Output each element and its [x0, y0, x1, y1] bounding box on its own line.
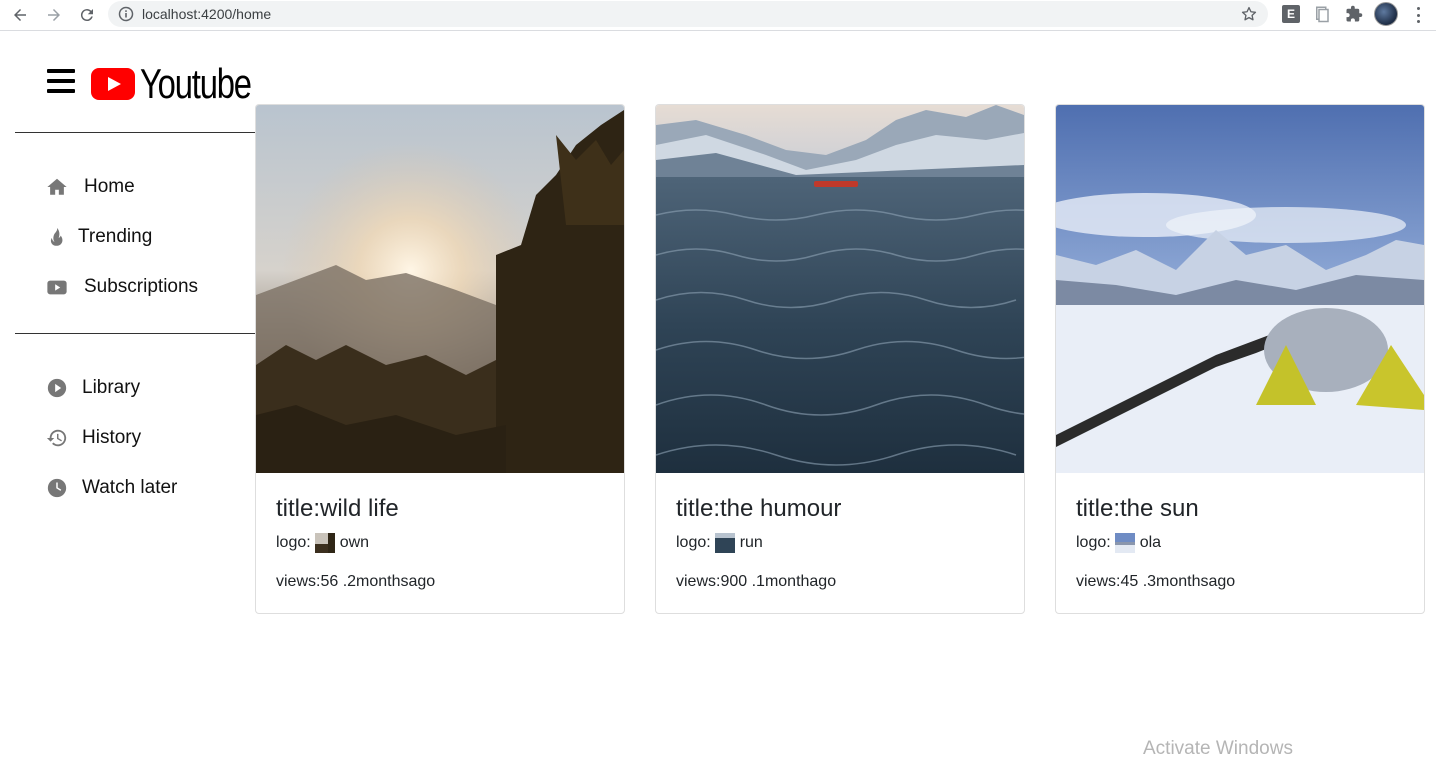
video-card[interactable]: title:wild life logo: own views:56 .2mon…	[255, 104, 625, 614]
channel-name[interactable]: run	[740, 534, 763, 552]
play-circle-icon	[46, 377, 68, 399]
sidebar-item-label: Subscriptions	[84, 276, 199, 297]
arrow-left-icon	[14, 9, 26, 21]
url-text[interactable]: localhost:4200/home	[142, 6, 271, 22]
channel-logo-image[interactable]	[714, 533, 735, 553]
hamburger-menu-button[interactable]	[47, 69, 75, 93]
clock-icon	[46, 477, 68, 499]
channel-logo-image[interactable]	[1114, 533, 1135, 553]
sidebar-item-label: Home	[84, 176, 135, 197]
home-icon	[46, 176, 68, 198]
sidebar-divider	[15, 333, 255, 334]
bookmark-star-icon[interactable]	[1240, 5, 1258, 23]
video-thumbnail[interactable]	[256, 105, 624, 473]
history-icon	[46, 427, 68, 449]
document-extension-icon[interactable]	[1313, 5, 1331, 23]
fire-icon	[46, 226, 68, 248]
channel-logo-row: logo: ola	[1076, 533, 1161, 553]
sidebar-divider	[15, 132, 255, 133]
sidebar-item-label: History	[82, 427, 142, 448]
sidebar-item-trending[interactable]: Trending	[46, 222, 152, 252]
forward-button[interactable]	[42, 3, 66, 27]
video-title[interactable]: title:the sun	[1076, 495, 1199, 523]
sidebar-item-label: Library	[82, 377, 141, 398]
sidebar-item-library[interactable]: Library	[46, 373, 140, 403]
sidebar-item-subscriptions[interactable]: Subscriptions	[46, 272, 198, 302]
subscriptions-icon	[46, 276, 68, 298]
logo-label: logo:	[276, 534, 311, 551]
profile-avatar[interactable]	[1374, 2, 1398, 26]
sidebar-item-history[interactable]: History	[46, 423, 141, 453]
video-thumbnail[interactable]	[656, 105, 1024, 473]
info-icon[interactable]	[118, 6, 134, 22]
channel-name[interactable]: ola	[1140, 534, 1161, 552]
video-meta: views:56 .2monthsago	[276, 573, 436, 590]
back-button[interactable]	[8, 3, 32, 27]
channel-logo-image[interactable]	[314, 533, 335, 553]
channel-logo-row: logo: own	[276, 533, 369, 553]
video-title[interactable]: title:wild life	[276, 495, 399, 523]
video-thumbnail[interactable]	[1056, 105, 1424, 473]
brand-title[interactable]: Youtube	[140, 60, 252, 108]
channel-logo-row: logo: run	[676, 533, 763, 553]
extension-e-icon[interactable]: E	[1282, 5, 1300, 23]
browser-menu-button[interactable]	[1410, 5, 1426, 25]
video-card[interactable]: title:the sun logo: ola views:45 .3month…	[1055, 104, 1425, 614]
arrow-right-icon	[48, 9, 60, 21]
video-meta: views:45 .3monthsago	[1076, 573, 1236, 590]
channel-name[interactable]: own	[340, 534, 369, 552]
address-bar[interactable]: localhost:4200/home	[108, 1, 1268, 27]
reload-icon	[80, 9, 93, 22]
logo-label: logo:	[676, 534, 711, 551]
logo-label: logo:	[1076, 534, 1111, 551]
puzzle-extensions-icon[interactable]	[1345, 5, 1363, 23]
sidebar-item-label: Trending	[78, 226, 153, 247]
sidebar-item-watch-later[interactable]: Watch later	[46, 473, 177, 503]
browser-toolbar: localhost:4200/home E	[0, 0, 1436, 31]
sidebar-item-label: Watch later	[82, 477, 178, 498]
video-card[interactable]: title:the humour logo: run views:900 .1m…	[655, 104, 1025, 614]
windows-activation-watermark: Activate Windows	[1143, 738, 1293, 759]
sidebar-item-home[interactable]: Home	[46, 172, 135, 202]
youtube-logo-icon[interactable]	[91, 68, 135, 100]
reload-button[interactable]	[75, 3, 99, 27]
video-title[interactable]: title:the humour	[676, 495, 841, 523]
video-meta: views:900 .1monthago	[676, 573, 837, 590]
